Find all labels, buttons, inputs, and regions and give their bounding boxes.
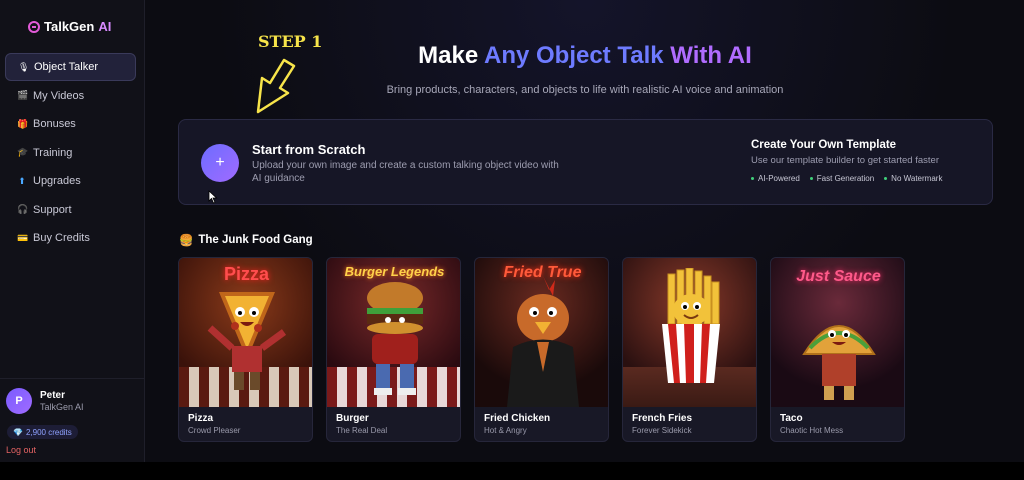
sidebar-item-my-videos[interactable]: 🎬 My Videos <box>5 82 136 110</box>
card-title: Taco <box>780 413 803 424</box>
character-gallery: Pizza Pizza Crowd Pleaser Burger Legends… <box>178 257 905 442</box>
feature-tag: No Watermark <box>884 174 942 183</box>
character-card-fried-chicken[interactable]: Fried True Fried Chicken Hot & Angry <box>474 257 609 442</box>
sidebar-item-label: Buy Credits <box>33 232 90 244</box>
neon-sign: Just Sauce <box>796 268 881 285</box>
section-title: 🍔 The Junk Food Gang <box>179 234 313 247</box>
neon-sign: Pizza <box>223 264 270 284</box>
taco-image: Just Sauce <box>771 258 904 407</box>
film-icon: 🎬 <box>17 90 29 100</box>
sidebar-item-label: Object Talker <box>34 61 98 73</box>
step-arrow-icon <box>256 58 296 114</box>
sidebar-nav: 🎙 Object Talker 🎬 My Videos 🎁 Bonuses 🎓 … <box>5 53 136 253</box>
card-subtitle: The Real Deal <box>336 426 388 435</box>
user-name: Peter <box>40 390 66 401</box>
sidebar-item-training[interactable]: 🎓 Training <box>5 139 136 167</box>
sidebar-item-label: My Videos <box>33 89 85 102</box>
taco-character-icon <box>801 325 876 400</box>
fried-chicken-character-icon <box>506 276 579 407</box>
app-logo[interactable]: TalkGen AI <box>28 19 111 34</box>
feature-tags: AI-Powered Fast Generation No Watermark <box>751 174 942 183</box>
green-dot-icon <box>809 177 813 181</box>
headset-icon: 🎧 <box>17 204 29 214</box>
french-fries-image <box>623 258 756 407</box>
sidebar: TalkGen AI 🎙 Object Talker 🎬 My Videos 🎁… <box>0 0 145 462</box>
credits-badge: 💎 2,900 credits <box>7 425 78 439</box>
burger-image: Burger Legends <box>327 258 460 407</box>
step-annotation: STEP 1 <box>258 32 323 51</box>
card-title: Fried Chicken <box>484 413 551 424</box>
character-card-taco[interactable]: Just Sauce Taco Chaotic Hot Mess <box>770 257 905 442</box>
character-card-pizza[interactable]: Pizza Pizza Crowd Pleaser <box>178 257 313 442</box>
plus-icon[interactable]: + <box>201 144 239 182</box>
title-part-3: With AI <box>670 42 752 69</box>
scratch-title: Start from Scratch <box>252 142 366 157</box>
logo-name: TalkGen <box>44 19 95 34</box>
start-from-scratch-card[interactable]: + Start from Scratch Upload your own ima… <box>178 119 993 205</box>
feature-tag: AI-Powered <box>751 174 800 183</box>
sidebar-divider <box>0 378 145 379</box>
microphone-icon: 🎙 <box>18 61 30 72</box>
french-fries-character-icon <box>661 268 720 383</box>
card-subtitle: Chaotic Hot Mess <box>780 426 844 435</box>
user-plan: TalkGen AI <box>40 402 84 412</box>
scratch-description: Upload your own image and create a custo… <box>252 160 559 184</box>
credits-count: 2,900 credits <box>25 427 72 437</box>
logout-link[interactable]: Log out <box>6 445 36 455</box>
graduation-icon: 🎓 <box>17 147 29 157</box>
arrow-up-icon: ⬆ <box>18 175 26 186</box>
feature-tag: Fast Generation <box>809 174 874 183</box>
character-card-french-fries[interactable]: French Fries Forever Sidekick <box>622 257 757 442</box>
fried-chicken-image: Fried True <box>475 258 608 407</box>
burger-character-icon <box>366 282 423 395</box>
credit-card-icon: 💳 <box>17 232 29 243</box>
card-title: Burger <box>336 413 369 424</box>
avatar: P <box>6 388 32 414</box>
user-profile[interactable]: P Peter TalkGen AI <box>6 388 84 414</box>
sidebar-item-object-talker[interactable]: 🎙 Object Talker <box>5 53 136 81</box>
title-part-2: Any Object Talk <box>483 42 671 69</box>
card-title: French Fries <box>632 413 693 424</box>
sidebar-item-bonuses[interactable]: 🎁 Bonuses <box>5 110 136 138</box>
green-dot-icon <box>884 177 888 181</box>
main-content: Make Any Object Talk With AI Bring produ… <box>146 0 1024 462</box>
logo-ai: AI <box>98 19 112 34</box>
burger-icon: 🍔 <box>179 235 194 247</box>
pizza-character-icon <box>207 292 286 390</box>
template-title[interactable]: Create Your Own Template <box>751 139 896 151</box>
title-part-1: Make <box>418 42 484 69</box>
card-subtitle: Crowd Pleaser <box>188 426 241 435</box>
card-subtitle: Hot & Angry <box>484 426 527 435</box>
gift-icon: 🎁 <box>17 118 29 129</box>
screen-bottom-bar <box>0 462 1024 480</box>
sidebar-item-label: Training <box>33 146 73 159</box>
sidebar-item-label: Upgrades <box>33 175 81 187</box>
sidebar-item-label: Support <box>33 203 72 216</box>
sidebar-item-label: Bonuses <box>33 118 76 130</box>
sidebar-item-support[interactable]: 🎧 Support <box>5 196 136 224</box>
pizza-image: Pizza <box>179 258 312 407</box>
app-window: TalkGen AI 🎙 Object Talker 🎬 My Videos 🎁… <box>0 0 1024 462</box>
diamond-icon: 💎 <box>13 427 23 437</box>
logo-icon <box>28 20 40 33</box>
mouse-cursor-icon <box>208 190 218 204</box>
sidebar-item-buy-credits[interactable]: 💳 Buy Credits <box>5 224 136 252</box>
card-subtitle: Forever Sidekick <box>632 426 692 435</box>
card-title: Pizza <box>188 413 214 424</box>
template-description: Use our template builder to get started … <box>751 155 939 166</box>
green-dot-icon <box>751 177 754 181</box>
character-card-burger[interactable]: Burger Legends Burger The Real Deal <box>326 257 461 442</box>
sidebar-item-upgrades[interactable]: ⬆ Upgrades <box>5 167 136 195</box>
